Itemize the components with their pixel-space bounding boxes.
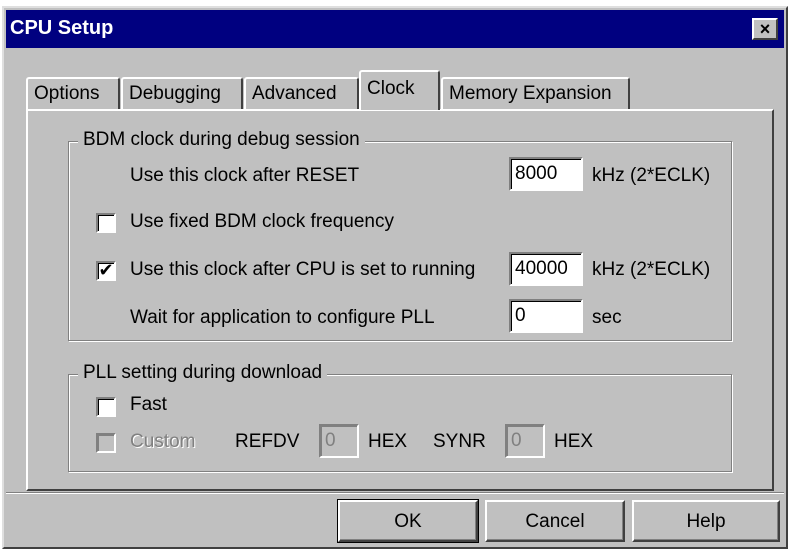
tab-advanced[interactable]: Advanced [244, 77, 359, 109]
synr-label: SYNR [433, 431, 486, 452]
title-bar: CPU Setup × [6, 10, 784, 48]
help-button[interactable]: Help [632, 500, 780, 542]
synr-unit: HEX [554, 431, 594, 452]
running-clock-checkbox[interactable]: ✔ [96, 261, 116, 281]
tab-label: Clock [367, 78, 415, 99]
reset-clock-input[interactable]: 8000 [509, 157, 583, 191]
synr-input[interactable]: 0 [505, 424, 545, 458]
pll-setting-group [68, 374, 732, 472]
tab-debugging[interactable]: Debugging [121, 77, 243, 109]
running-clock-input[interactable]: 40000 [509, 252, 583, 286]
refdv-label: REFDV [235, 431, 300, 452]
refdv-input[interactable]: 0 [319, 424, 359, 458]
fast-label: Fast [130, 394, 167, 415]
tab-label: Advanced [252, 83, 337, 104]
fixed-bdm-label: Use fixed BDM clock frequency [130, 211, 394, 232]
tab-label: Options [34, 83, 100, 104]
running-clock-label: Use this clock after CPU is set to runni… [130, 259, 476, 280]
reset-clock-unit: kHz (2*ECLK) [592, 165, 711, 186]
fixed-bdm-checkbox[interactable] [96, 213, 116, 233]
window-title: CPU Setup [10, 17, 114, 39]
tab-label: Memory Expansion [449, 83, 612, 104]
tab-memory-expansion[interactable]: Memory Expansion [441, 77, 630, 109]
custom-checkbox[interactable] [96, 433, 116, 453]
refdv-unit: HEX [368, 431, 408, 452]
tab-clock[interactable]: Clock [359, 70, 440, 110]
pll-group-legend: PLL setting during download [78, 362, 328, 384]
running-clock-unit: kHz (2*ECLK) [592, 259, 711, 280]
reset-clock-label: Use this clock after RESET [130, 165, 360, 186]
wait-pll-unit: sec [592, 307, 622, 328]
close-icon[interactable]: × [752, 18, 778, 40]
custom-label: Custom [130, 431, 196, 452]
cpu-setup-dialog: CPU Setup × Options Debugging Advanced C… [2, 6, 788, 549]
footer-separator [6, 492, 784, 494]
clock-tab-panel: BDM clock during debug session Use this … [26, 109, 774, 491]
cancel-button[interactable]: Cancel [485, 500, 625, 542]
ok-button[interactable]: OK [337, 499, 479, 543]
fast-checkbox[interactable] [96, 397, 116, 417]
wait-pll-input[interactable]: 0 [509, 299, 583, 333]
tab-label: Debugging [129, 83, 221, 104]
tab-options[interactable]: Options [26, 77, 120, 109]
wait-pll-label: Wait for application to configure PLL [130, 307, 435, 328]
bdm-group-legend: BDM clock during debug session [78, 129, 365, 151]
